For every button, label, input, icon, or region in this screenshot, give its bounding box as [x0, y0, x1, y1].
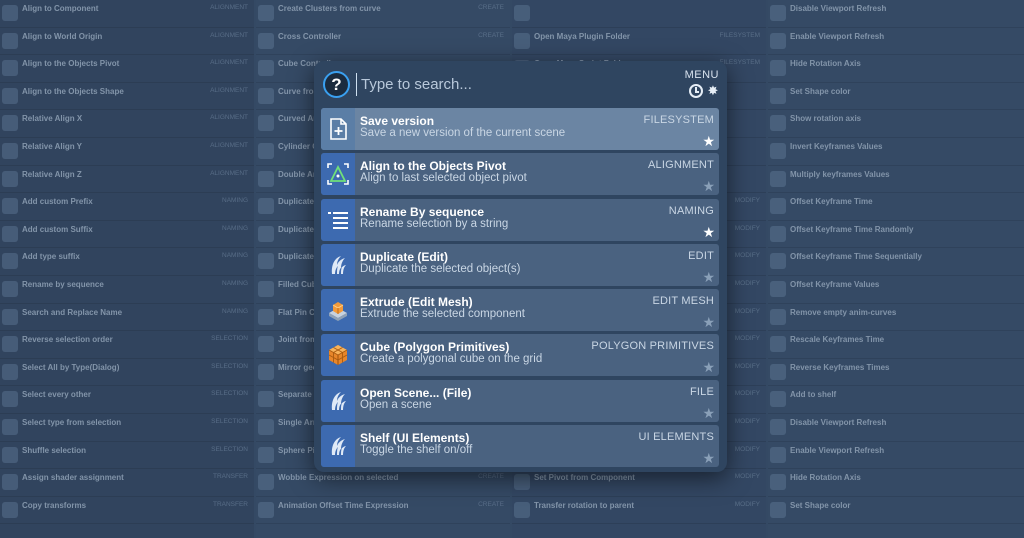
result-item[interactable]: Extrude (Edit Mesh) Extrude the selected … [321, 289, 719, 332]
result-category: NAMING [668, 204, 714, 217]
menu-button[interactable]: MENU [685, 69, 719, 81]
history-icon[interactable] [689, 84, 703, 98]
favorite-star-icon[interactable]: ★ [702, 225, 715, 239]
favorite-star-icon[interactable]: ★ [702, 270, 715, 284]
help-button[interactable]: ? [323, 71, 350, 98]
extrude-icon [321, 289, 355, 332]
result-item[interactable]: Align to the Objects Pivot Align to last … [321, 153, 719, 196]
result-title: Save version [360, 114, 435, 128]
result-title: Shelf (UI Elements) [360, 431, 470, 446]
gear-icon[interactable]: ✸ [707, 84, 719, 98]
result-item[interactable]: Save version Save a new version of the cu… [321, 108, 719, 150]
result-description: Save a new version of the current scene [360, 127, 566, 139]
favorite-star-icon[interactable]: ★ [702, 406, 715, 420]
result-item[interactable]: Rename By sequence Rename selection by a … [321, 198, 719, 241]
favorite-star-icon[interactable]: ★ [702, 451, 715, 465]
rename-sequence-icon [321, 198, 355, 241]
result-title: Duplicate (Edit) [360, 249, 449, 264]
result-item[interactable]: Shelf (UI Elements) Toggle the shelf on/o… [321, 425, 719, 468]
result-title: Align to the Objects Pivot [360, 159, 507, 174]
favorite-star-icon[interactable]: ★ [702, 315, 715, 329]
results-list: Save version Save a new version of the cu… [321, 108, 719, 470]
maya-logo-icon [321, 379, 355, 422]
result-category: EDIT [688, 249, 714, 262]
result-category: FILE [689, 385, 714, 398]
result-description: Open a scene [360, 398, 432, 411]
result-item[interactable]: Cube (Polygon Primitives) Create a polygo… [321, 334, 719, 377]
favorite-star-icon[interactable]: ★ [702, 360, 715, 374]
maya-logo-icon [321, 243, 355, 286]
poly-cube-icon [321, 334, 355, 377]
result-item[interactable]: Open Scene... (File) Open a scene FILE ★ [321, 379, 719, 422]
command-palette: ? MENU ✸ Save versionSave a new version … [314, 61, 727, 472]
result-description: Duplicate the selected object(s) [360, 262, 521, 275]
result-category: EDIT MESH [652, 295, 714, 308]
result-title: Extrude (Edit Mesh) [360, 295, 473, 310]
result-description: Toggle the shelf on/off [360, 444, 473, 457]
align-pivot-icon [321, 153, 355, 196]
result-description: Rename selection by a string [360, 217, 509, 230]
result-item[interactable]: Duplicate (Edit) Duplicate the selected o… [321, 243, 719, 286]
result-category: FILESYSTEM [643, 114, 714, 126]
result-title: Rename By sequence [360, 204, 485, 219]
result-description: Extrude the selected component [360, 308, 525, 321]
result-category: UI ELEMENTS [638, 431, 714, 444]
save-version-icon [321, 108, 355, 150]
result-title: Open Scene... (File) [360, 385, 472, 400]
result-description: Create a polygonal cube on the grid [360, 353, 543, 366]
result-category: ALIGNMENT [648, 159, 714, 172]
search-input[interactable] [356, 73, 656, 96]
result-category: POLYGON PRIMITIVES [591, 340, 714, 353]
favorite-star-icon[interactable]: ★ [702, 134, 715, 148]
result-title: Cube (Polygon Primitives) [360, 340, 510, 355]
maya-logo-icon [321, 425, 355, 468]
favorite-star-icon[interactable]: ★ [702, 179, 715, 193]
result-description: Align to last selected object pivot [360, 172, 527, 185]
